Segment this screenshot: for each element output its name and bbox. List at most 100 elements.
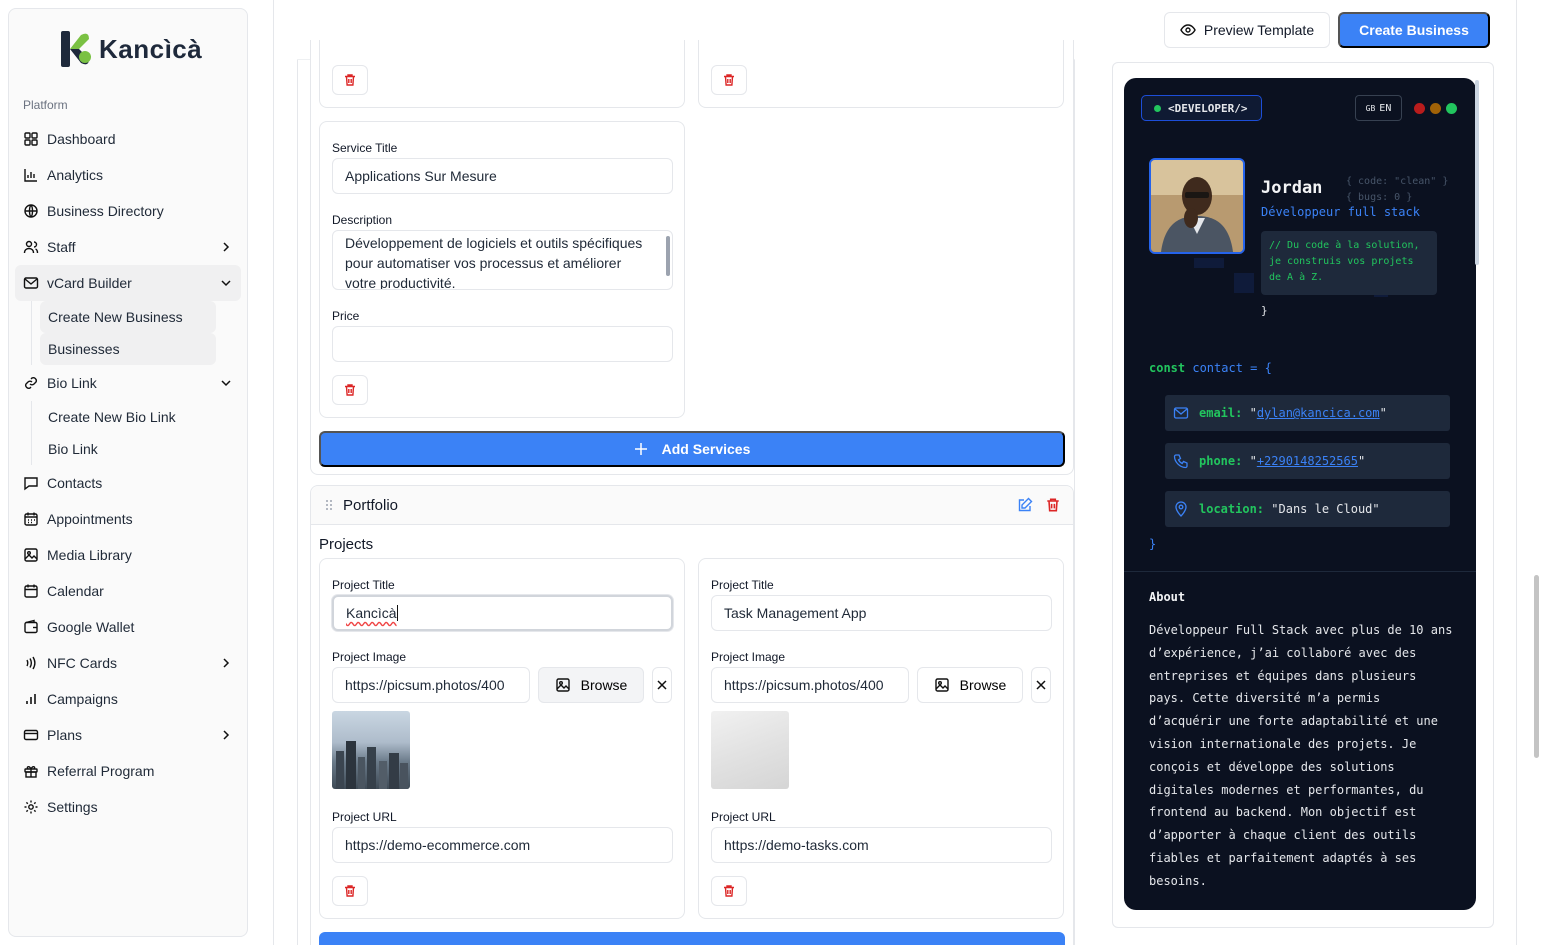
drag-handle-icon[interactable]: [325, 499, 333, 511]
project-image-preview: [711, 711, 789, 789]
sidebar-item-plans[interactable]: Plans: [15, 717, 241, 753]
submenu-bio-link[interactable]: Bio Link: [40, 433, 241, 465]
code-comment-2: { bugs: 0 }: [1346, 192, 1413, 203]
vcard-preview: <DEVELOPER/> GB EN Jordan { code: "clean…: [1124, 78, 1476, 910]
vcard-submenu: Create New Business Businesses: [31, 301, 241, 365]
edit-icon[interactable]: [1017, 497, 1033, 513]
clear-image-button[interactable]: [1031, 667, 1051, 703]
status-dot: [1154, 104, 1161, 112]
calendar-icon: [24, 584, 38, 598]
sidebar-item-business-directory[interactable]: Business Directory: [15, 193, 241, 229]
service-title-label: Service Title: [332, 141, 398, 155]
projects-label: Projects: [319, 536, 374, 553]
price-input[interactable]: [332, 326, 673, 362]
mail-icon: [23, 277, 39, 289]
developer-badge: <DEVELOPER/>: [1141, 95, 1262, 121]
sidebar-item-dashboard[interactable]: Dashboard: [15, 121, 241, 157]
location-line: location: "Dans le Cloud": [1199, 502, 1380, 516]
brand-name: Kancìcà: [99, 33, 203, 64]
flag-icon: GB: [1365, 103, 1376, 113]
delete-service-button[interactable]: [332, 375, 368, 405]
sidebar-item-label: Appointments: [47, 511, 133, 527]
sidebar-item-campaigns[interactable]: Campaigns: [15, 681, 241, 717]
sidebar-item-label: Bio Link: [47, 375, 97, 391]
project-image-label: Project Image: [711, 650, 786, 664]
brand-logo[interactable]: Kancìcà: [59, 29, 202, 69]
service-card: [319, 40, 685, 108]
wallet-icon: [24, 619, 38, 634]
grid-icon: [24, 132, 38, 146]
sidebar-item-appointments[interactable]: Appointments: [15, 501, 241, 537]
delete-project-button[interactable]: [711, 876, 747, 906]
browse-label: Browse: [959, 677, 1007, 693]
browse-image-button[interactable]: Browse: [538, 667, 644, 703]
sidebar-item-calendar[interactable]: Calendar: [15, 573, 241, 609]
location-key: location:: [1199, 502, 1265, 516]
trash-icon: [345, 885, 355, 897]
project-url-input[interactable]: https://demo-ecommerce.com: [332, 827, 673, 863]
calendar-grid-icon: [24, 512, 38, 526]
const-name: contact: [1192, 361, 1243, 375]
location-value: "Dans le Cloud": [1271, 502, 1380, 516]
image-icon: [24, 548, 38, 562]
sidebar-item-google-wallet[interactable]: Google Wallet: [15, 609, 241, 645]
project-url-input[interactable]: https://demo-tasks.com: [711, 827, 1052, 863]
trash-icon: [724, 885, 734, 897]
project-image-input[interactable]: https://picsum.photos/400: [332, 667, 530, 703]
sidebar-item-contacts[interactable]: Contacts: [15, 465, 241, 501]
phone-icon: [1173, 454, 1188, 469]
submenu-businesses[interactable]: Businesses: [40, 333, 216, 365]
project-url-label: Project URL: [711, 810, 776, 824]
textarea-scrollbar[interactable]: [666, 236, 670, 276]
sidebar-item-media-library[interactable]: Media Library: [15, 537, 241, 573]
eye-icon: [1180, 24, 1196, 36]
project-url-label: Project URL: [332, 810, 397, 824]
project-title-input[interactable]: Task Management App: [711, 595, 1052, 631]
plus-icon: [634, 443, 647, 455]
text-caret: [396, 605, 398, 621]
delete-service-button[interactable]: [711, 65, 747, 95]
delete-project-button[interactable]: [332, 876, 368, 906]
developer-badge-text: <DEVELOPER/>: [1168, 101, 1248, 115]
service-card: [698, 40, 1064, 108]
sidebar-item-label: Calendar: [47, 583, 104, 599]
create-business-button[interactable]: Create Business: [1338, 12, 1490, 48]
browse-image-button[interactable]: Browse: [917, 667, 1023, 703]
email-link[interactable]: dylan@kancica.com: [1257, 406, 1380, 420]
sidebar-nav: Dashboard Analytics Business Directory S…: [15, 121, 241, 825]
phone-link[interactable]: +2290148252565: [1257, 454, 1358, 468]
preview-scrollbar[interactable]: [1475, 80, 1479, 265]
service-title-input[interactable]: Applications Sur Mesure: [332, 158, 673, 194]
sidebar-item-settings[interactable]: Settings: [15, 789, 241, 825]
contact-email-row[interactable]: email: "dylan@kancica.com": [1165, 395, 1450, 431]
page-scrollbar[interactable]: [1534, 575, 1539, 758]
delete-service-button[interactable]: [332, 65, 368, 95]
sidebar-item-analytics[interactable]: Analytics: [15, 157, 241, 193]
add-services-button[interactable]: Add Services: [319, 431, 1065, 467]
contact-location-row[interactable]: location: "Dans le Cloud": [1165, 491, 1450, 527]
sidebar-item-staff[interactable]: Staff: [15, 229, 241, 265]
contact-phone-row[interactable]: phone: "+2290148252565": [1165, 443, 1450, 479]
preview-template-button[interactable]: Preview Template: [1164, 12, 1330, 48]
sidebar-item-referral-program[interactable]: Referral Program: [15, 753, 241, 789]
add-projects-button[interactable]: [319, 932, 1065, 945]
browse-label: Browse: [580, 677, 628, 693]
language-selector[interactable]: GB EN: [1355, 95, 1402, 121]
sidebar-item-nfc-cards[interactable]: NFC Cards: [15, 645, 241, 681]
profile-name: Jordan: [1261, 178, 1323, 198]
submenu-create-new-business[interactable]: Create New Business: [40, 301, 216, 333]
sidebar-item-vcard-builder[interactable]: vCard Builder: [15, 265, 241, 301]
trash-icon[interactable]: [1045, 497, 1061, 513]
project-image-input[interactable]: https://picsum.photos/400: [711, 667, 909, 703]
about-divider: [1124, 571, 1476, 572]
chevron-right-icon: [223, 242, 230, 252]
sidebar-item-label: Plans: [47, 727, 83, 743]
code-comment-1: { code: "clean" }: [1346, 176, 1449, 187]
portfolio-title: Portfolio: [343, 497, 399, 514]
description-textarea[interactable]: Développement de logiciels et outils spé…: [332, 230, 673, 290]
project-title-input[interactable]: Kancìcà: [332, 595, 673, 631]
sidebar-item-bio-link[interactable]: Bio Link: [15, 365, 241, 401]
clear-image-button[interactable]: [652, 667, 672, 703]
submenu-create-new-bio-link[interactable]: Create New Bio Link: [40, 401, 241, 433]
users-icon: [23, 240, 39, 254]
